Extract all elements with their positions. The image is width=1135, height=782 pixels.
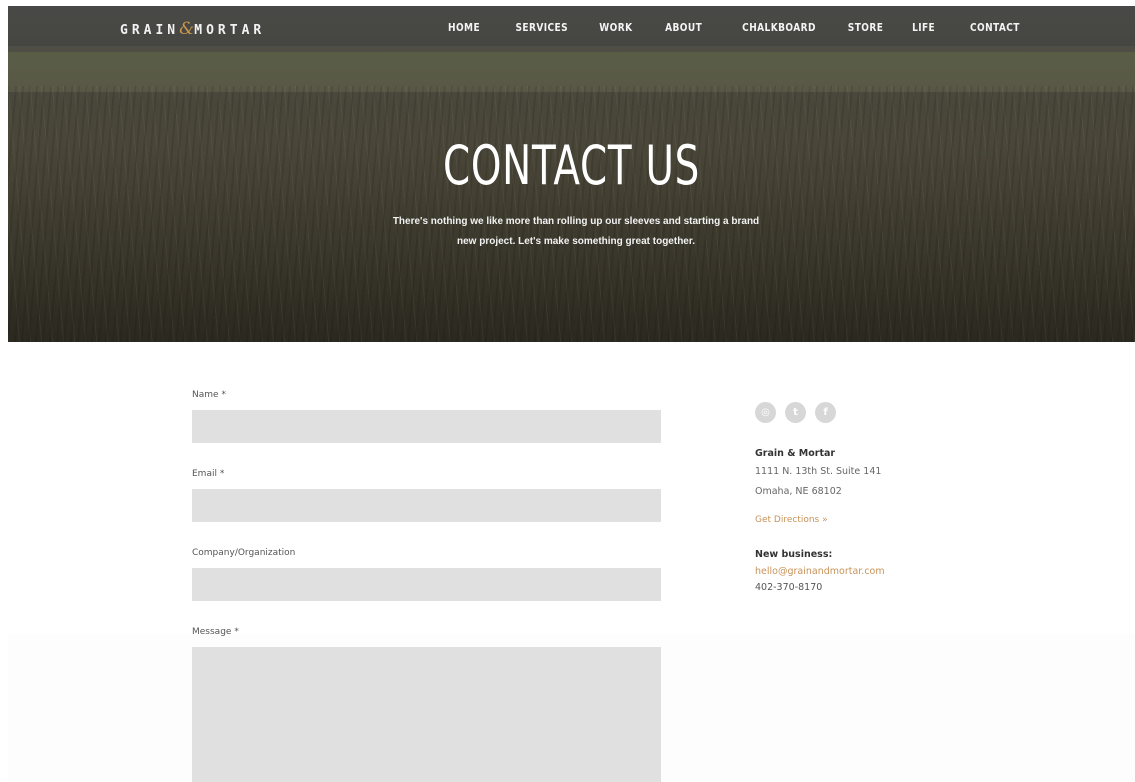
twitter-icon[interactable]: t	[785, 402, 806, 423]
phone-number: 402-370-8170	[755, 582, 823, 593]
get-directions-link[interactable]: Get Directions »	[755, 515, 828, 525]
company-label: Company/Organization	[192, 548, 296, 558]
email-label: Email *	[192, 467, 661, 481]
nav-life[interactable]: LIFE	[912, 21, 935, 34]
name-label: Name *	[192, 388, 661, 402]
hero-subtitle: There's nothing we like more than rollin…	[361, 212, 791, 252]
logo-text-grain: GRAIN	[120, 23, 180, 38]
email-field[interactable]	[192, 489, 661, 522]
hero-subtitle-line-2: new project. Let's make something great …	[457, 236, 695, 247]
nav-home[interactable]: HOME	[448, 21, 480, 34]
required-mark: *	[221, 390, 226, 400]
logo-ampersand: &	[179, 19, 195, 39]
hero-subtitle-line-1: There's nothing we like more than rollin…	[392, 216, 760, 227]
message-label: Message *	[192, 625, 661, 639]
message-field[interactable]	[192, 647, 661, 782]
contact-sidebar: ◎ t f Grain & Mortar 1111 N. 13th St. Su…	[755, 402, 975, 593]
nav-contact[interactable]: CONTACT	[970, 21, 1020, 34]
site-logo[interactable]: GRAIN&MORTAR	[120, 19, 265, 39]
required-mark: *	[219, 469, 225, 479]
email-link[interactable]: hello@grainandmortar.com	[755, 566, 975, 577]
social-links: ◎ t f	[755, 402, 975, 423]
hero-banner: GRAIN&MORTAR HOME SERVICES WORK ABOUT CH…	[8, 6, 1135, 342]
company-name: Grain & Mortar	[755, 448, 836, 459]
address-line-2: Omaha, NE 68102	[755, 486, 842, 497]
instagram-icon[interactable]: ◎	[755, 402, 776, 423]
address: 1111 N. 13th St. Suite 141 Omaha, NE 681…	[755, 462, 975, 502]
nav-chalkboard[interactable]: CHALKBOARD	[742, 21, 816, 34]
contact-form: Name * Email * Company/Organization Mess…	[192, 388, 661, 782]
page-title: CONTACT US	[442, 134, 701, 197]
message-label-text: Message	[192, 627, 232, 637]
required-mark: *	[234, 627, 239, 637]
nav-services[interactable]: SERVICES	[516, 21, 569, 34]
nav-about[interactable]: ABOUT	[665, 21, 702, 34]
logo-text-mortar: MORTAR	[194, 23, 266, 38]
facebook-icon[interactable]: f	[815, 402, 836, 423]
nav-work[interactable]: WORK	[599, 21, 632, 34]
main-nav: HOME SERVICES WORK ABOUT CHALKBOARD STOR…	[417, 21, 1020, 34]
address-line-1: 1111 N. 13th St. Suite 141	[755, 466, 882, 477]
new-business-label: New business:	[755, 549, 833, 560]
email-label-text: Email	[192, 469, 217, 479]
top-navigation-bar: GRAIN&MORTAR HOME SERVICES WORK ABOUT CH…	[8, 6, 1135, 46]
name-label-text: Name	[192, 390, 219, 400]
name-field[interactable]	[192, 410, 661, 443]
company-field[interactable]	[192, 568, 661, 601]
nav-store[interactable]: STORE	[848, 21, 883, 34]
